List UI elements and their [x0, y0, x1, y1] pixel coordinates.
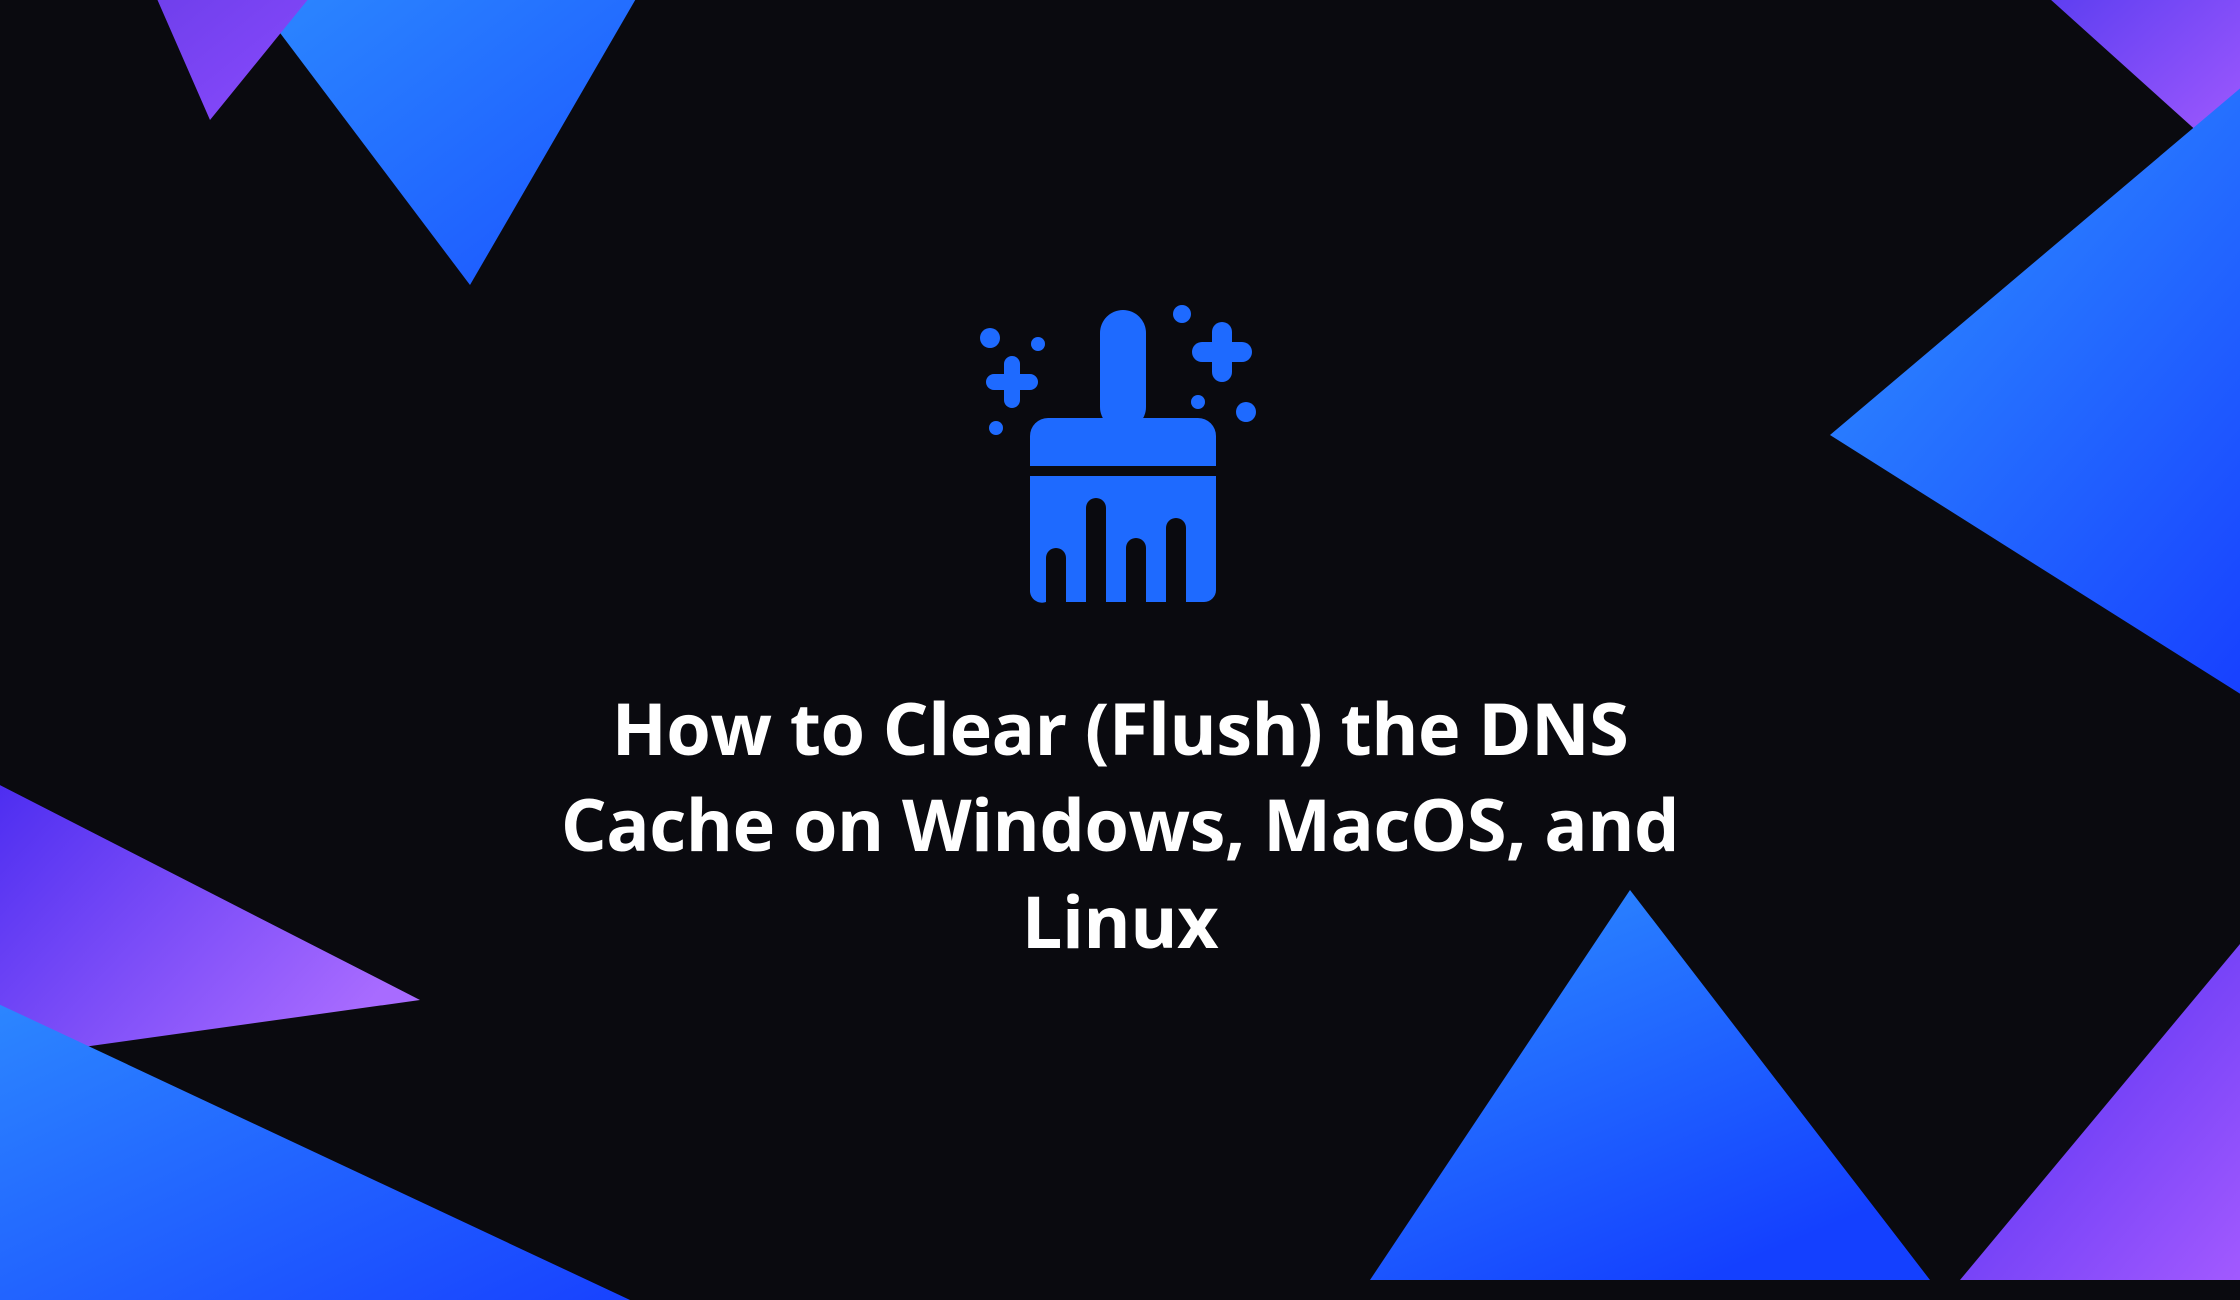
hero: How to Clear (Flush) the DNS Cache on Wi…	[560, 300, 1680, 969]
sparkle-brush-icon	[950, 300, 1290, 620]
decor-triangle-bottom-left-blue	[0, 880, 630, 1300]
decor-triangle-bottom-right-purple	[1840, 920, 2240, 1280]
decor-triangle-right-blue	[1830, 80, 2240, 700]
decor-triangle-top-left-purple	[140, 0, 340, 120]
page-title: How to Clear (Flush) the DNS Cache on Wi…	[560, 680, 1680, 969]
